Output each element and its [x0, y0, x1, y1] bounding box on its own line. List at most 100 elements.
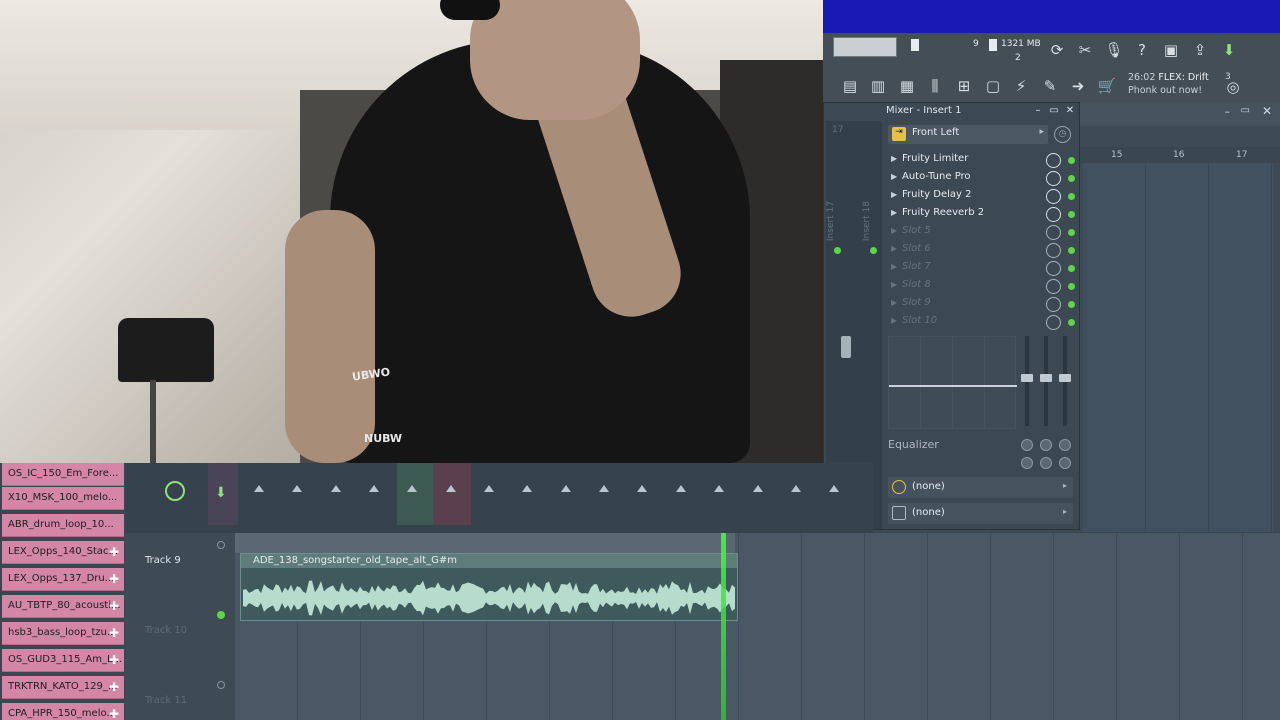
- eq-slider-thumb[interactable]: [1021, 374, 1033, 382]
- plugin-icon[interactable]: ⚡: [1009, 74, 1033, 98]
- download-icon[interactable]: ⬇: [1217, 38, 1241, 62]
- close-icon[interactable]: ✕: [1262, 104, 1272, 118]
- shop-cart-icon[interactable]: 🛒: [1095, 74, 1119, 98]
- help-icon[interactable]: ?: [1130, 38, 1154, 62]
- strip-led-17[interactable]: [834, 247, 841, 254]
- slot-mix-knob[interactable]: [1046, 153, 1061, 168]
- add-icon[interactable]: ✚: [109, 599, 119, 613]
- slot-enable-led[interactable]: [1068, 319, 1075, 326]
- eq-band-low-slider[interactable]: [1021, 336, 1033, 426]
- slot-mix-knob[interactable]: [1046, 225, 1061, 240]
- piano-roll-icon[interactable]: ▥: [866, 74, 890, 98]
- tools-icon[interactable]: ✎: [1038, 74, 1062, 98]
- playlist-grid[interactable]: [1083, 163, 1273, 532]
- slot-enable-led[interactable]: [1068, 211, 1075, 218]
- time-marker[interactable]: [331, 485, 341, 492]
- time-marker[interactable]: [637, 485, 647, 492]
- minimize-icon[interactable]: –: [1225, 105, 1231, 118]
- automation-knob-icon[interactable]: [165, 481, 185, 501]
- marker-down-icon[interactable]: ⬇: [215, 485, 227, 501]
- audio-clip[interactable]: ADE_138_songstarter_old_tape_alt_G#m: [240, 553, 738, 621]
- effect-slot-10[interactable]: ▶ Slot 10: [888, 314, 1075, 331]
- eq-bw-knob-high[interactable]: [1059, 457, 1071, 469]
- track-9-name[interactable]: Track 9: [145, 555, 181, 566]
- effect-slot-9[interactable]: ▶ Slot 9: [888, 296, 1075, 313]
- eq-slider-thumb[interactable]: [1040, 374, 1052, 382]
- slot-enable-led[interactable]: [1068, 247, 1075, 254]
- slot-mix-knob[interactable]: [1046, 189, 1061, 204]
- time-marker[interactable]: [561, 485, 571, 492]
- eq-graph[interactable]: [888, 336, 1017, 429]
- track-10-name[interactable]: Track 10: [145, 625, 187, 636]
- time-marker[interactable]: [369, 485, 379, 492]
- add-icon[interactable]: ✚: [109, 680, 119, 694]
- eq-freq-knob-low[interactable]: [1021, 439, 1033, 451]
- time-marker[interactable]: [446, 485, 456, 492]
- eq-slider-thumb[interactable]: [1059, 374, 1071, 382]
- slot-enable-led[interactable]: [1068, 301, 1075, 308]
- audio-input-selector[interactable]: ⇥ Front Left ▸: [888, 125, 1048, 144]
- render-icon[interactable]: ⇪: [1188, 38, 1212, 62]
- mic-icon[interactable]: 🎙: [1102, 38, 1126, 62]
- track-9-mute-led[interactable]: [217, 611, 225, 619]
- maximize-icon[interactable]: ▭: [1241, 105, 1250, 116]
- browser-icon[interactable]: ⊞: [952, 74, 976, 98]
- time-marker[interactable]: [714, 485, 724, 492]
- add-icon[interactable]: ✚: [109, 653, 119, 667]
- time-marker[interactable]: [254, 485, 264, 492]
- input-selector[interactable]: (none) ▸: [888, 477, 1073, 498]
- slot-enable-led[interactable]: [1068, 229, 1075, 236]
- time-marker[interactable]: [599, 485, 609, 492]
- playlist-icon[interactable]: ▤: [838, 74, 862, 98]
- effect-slot-5[interactable]: ▶ Slot 5: [888, 224, 1075, 241]
- mixer-icon[interactable]: ⫼: [923, 74, 947, 98]
- slot-mix-knob[interactable]: [1046, 171, 1061, 186]
- strip-led-18[interactable]: [870, 247, 877, 254]
- browser-item[interactable]: X10_MSK_100_melo...: [2, 487, 124, 510]
- eq-band-mid-slider[interactable]: [1040, 336, 1052, 426]
- time-marker[interactable]: [484, 485, 494, 492]
- effect-slot-6[interactable]: ▶ Slot 6: [888, 242, 1075, 259]
- slot-mix-knob[interactable]: [1046, 261, 1061, 276]
- effect-slot-3[interactable]: ▶ Fruity Delay 2: [888, 188, 1075, 205]
- slot-enable-led[interactable]: [1068, 157, 1075, 164]
- output-selector[interactable]: (none) ▸: [888, 503, 1073, 524]
- playhead[interactable]: [721, 533, 726, 720]
- mixer-minimize-icon[interactable]: –: [1030, 103, 1046, 119]
- mixer-maximize-icon[interactable]: ▭: [1046, 103, 1062, 119]
- slot-mix-knob[interactable]: [1046, 207, 1061, 222]
- time-marker[interactable]: [522, 485, 532, 492]
- time-marker[interactable]: [753, 485, 763, 492]
- slot-enable-led[interactable]: [1068, 193, 1075, 200]
- add-icon[interactable]: ✚: [109, 707, 119, 720]
- slot-mix-knob[interactable]: [1046, 297, 1061, 312]
- export-icon[interactable]: ➜: [1066, 74, 1090, 98]
- record-loop-icon[interactable]: ⟳: [1045, 38, 1069, 62]
- mixer-close-icon[interactable]: ✕: [1062, 103, 1078, 119]
- track-10-mute-led[interactable]: [217, 681, 225, 689]
- latency-clock-icon[interactable]: ◷: [1054, 126, 1071, 143]
- eq-freq-knob-mid[interactable]: [1040, 439, 1052, 451]
- track-11-name[interactable]: Track 11: [145, 695, 187, 706]
- time-marker[interactable]: [676, 485, 686, 492]
- time-marker[interactable]: [791, 485, 801, 492]
- browser-item[interactable]: OS_IC_150_Em_Fore...: [2, 463, 124, 486]
- eq-freq-knob-high[interactable]: [1059, 439, 1071, 451]
- eq-bw-knob-mid[interactable]: [1040, 457, 1052, 469]
- playlist-timeline[interactable]: ADE_138_songstarter_old_tape_alt_G#m: [235, 533, 1280, 720]
- strip-volume-fader[interactable]: [841, 336, 851, 358]
- slot-enable-led[interactable]: [1068, 283, 1075, 290]
- eq-bw-knob-low[interactable]: [1021, 457, 1033, 469]
- channel-rack-icon[interactable]: ▦: [895, 74, 919, 98]
- save-icon[interactable]: ▣: [1159, 38, 1183, 62]
- time-marker[interactable]: [829, 485, 839, 492]
- effect-slot-1[interactable]: ▶ Fruity Limiter: [888, 152, 1075, 169]
- cut-icon[interactable]: ✂: [1073, 38, 1097, 62]
- time-marker[interactable]: [292, 485, 302, 492]
- add-icon[interactable]: ✚: [109, 545, 119, 559]
- browser-item[interactable]: ABR_drum_loop_10...: [2, 514, 124, 537]
- slot-mix-knob[interactable]: [1046, 315, 1061, 330]
- effect-slot-2[interactable]: ▶ Auto-Tune Pro: [888, 170, 1075, 187]
- add-icon[interactable]: ✚: [109, 626, 119, 640]
- mixer-title-bar[interactable]: Mixer - Insert 1 – ▭ ✕: [884, 103, 1080, 119]
